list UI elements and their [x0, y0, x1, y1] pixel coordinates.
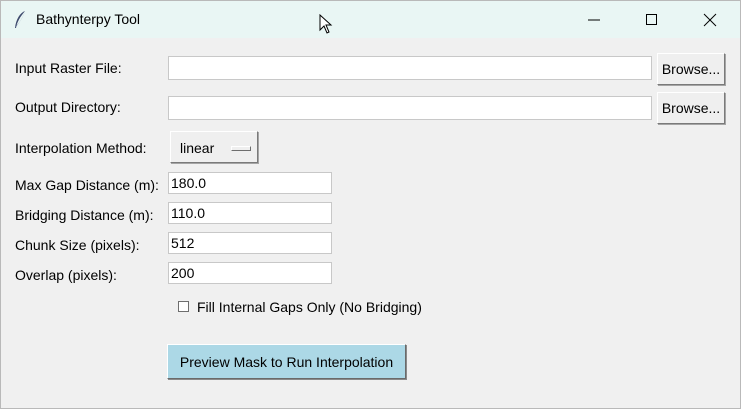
interpolation-method-dropdown[interactable]: linear — [170, 131, 258, 163]
app-window: Bathynterpy Tool Input Raster File: Brow… — [0, 0, 741, 409]
input-raster-label: Input Raster File: — [15, 60, 122, 76]
minimize-button[interactable] — [571, 1, 617, 38]
input-raster-field[interactable] — [168, 56, 652, 80]
fill-internal-gaps-checkbox[interactable] — [178, 301, 189, 312]
bridging-distance-field[interactable] — [168, 202, 332, 224]
close-button[interactable] — [687, 1, 733, 38]
dropdown-indicator-icon — [231, 146, 251, 151]
maximize-icon — [646, 14, 657, 25]
output-directory-label: Output Directory: — [15, 99, 121, 115]
window-title: Bathynterpy Tool — [36, 11, 141, 27]
interpolation-method-label: Interpolation Method: — [15, 140, 147, 156]
maximize-button[interactable] — [629, 1, 675, 38]
fill-internal-gaps-label[interactable]: Fill Internal Gaps Only (No Bridging) — [197, 299, 422, 315]
feather-icon — [15, 11, 25, 28]
overlap-label: Overlap (pixels): — [15, 267, 117, 283]
close-icon — [703, 13, 717, 27]
max-gap-field[interactable] — [168, 172, 332, 194]
input-raster-browse-button[interactable]: Browse... — [657, 53, 725, 85]
chunk-size-field[interactable] — [168, 232, 332, 254]
title-bar[interactable]: Bathynterpy Tool — [1, 1, 740, 38]
chunk-size-label: Chunk Size (pixels): — [15, 237, 140, 253]
max-gap-label: Max Gap Distance (m): — [15, 177, 159, 193]
minimize-icon — [588, 19, 600, 21]
output-directory-browse-button[interactable]: Browse... — [657, 92, 725, 124]
output-directory-field[interactable] — [168, 96, 652, 120]
preview-mask-run-button[interactable]: Preview Mask to Run Interpolation — [167, 344, 406, 379]
interpolation-method-value: linear — [180, 140, 215, 156]
mouse-cursor-icon — [319, 14, 333, 34]
overlap-field[interactable] — [168, 262, 332, 284]
bridging-distance-label: Bridging Distance (m): — [15, 207, 154, 223]
